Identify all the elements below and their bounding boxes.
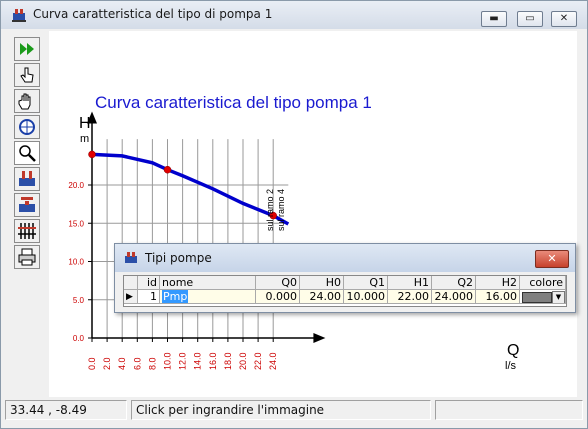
y-axis-unit: m [80,133,89,145]
dialog-title-bar[interactable]: Tipi pompe ✕ [115,244,575,272]
grid-tool[interactable] [14,219,40,243]
annotation-ramo-4: sul ramo 4 [276,189,286,231]
y-tick-label: 20.0 [68,181,84,190]
y-axis-label: H [79,115,91,132]
col-header-colore[interactable]: colore [520,276,566,290]
status-bar: 33.44 , -8.49 Click per ingrandire l'imm… [5,400,585,422]
cell-nome-text[interactable]: Pmp [162,290,189,303]
x-tick-label: 22.0 [253,352,263,370]
x-tick-label: 14.0 [193,352,203,370]
x-axis-arrow [313,333,326,343]
grid-corner [124,276,138,290]
x-tick-label: 12.0 [178,352,188,370]
curve-point [163,165,172,174]
status-panel-empty [435,400,583,420]
cell-nome[interactable]: Pmp [160,290,256,304]
grab-tool[interactable] [14,89,40,113]
minimize-icon: ▬ [489,13,499,24]
cell-q0[interactable]: 0.000 [256,290,300,304]
cell-q1[interactable]: 10.000 [344,290,388,304]
left-toolbar [12,35,42,397]
y-tick-label: 0.0 [73,334,85,343]
x-tick-label: 4.0 [117,357,127,370]
dialog-app-icon [125,252,137,263]
add-pump-tool[interactable] [14,167,40,191]
close-button[interactable]: ✕ [551,11,577,27]
x-axis-unit: l/s [505,360,517,372]
col-header-h1[interactable]: H1 [388,276,432,290]
cell-h0[interactable]: 24.00 [300,290,344,304]
print-tool[interactable] [14,245,40,269]
dialog-close-button[interactable]: ✕ [535,250,569,268]
col-header-q0[interactable]: Q0 [256,276,300,290]
chart-title: Curva caratteristica del tipo pompa 1 [95,93,372,112]
x-tick-label: 2.0 [102,357,112,370]
magnifier-icon [19,145,36,162]
run-tool[interactable] [14,37,40,61]
cell-h2[interactable]: 16.00 [476,290,520,304]
app-icon [12,9,26,22]
fast-forward-icon [20,43,34,55]
title-bar[interactable]: Curva caratteristica del tipo di pompa 1… [1,1,587,29]
y-tick-label: 15.0 [68,219,84,228]
target-icon [19,119,35,135]
x-tick-label: 16.0 [208,352,218,370]
col-header-h2[interactable]: H2 [476,276,520,290]
remove-pump-icon [19,197,35,212]
color-dropdown-button[interactable]: ▼ [552,291,565,303]
row-indicator: ▶ [124,290,138,304]
pump-curve-line [91,152,290,226]
status-coordinates: 33.44 , -8.49 [5,400,127,420]
color-swatch [522,292,552,303]
y-tick-label: 10.0 [68,258,84,267]
col-header-nome[interactable]: nome [160,276,256,290]
maximize-button[interactable]: ▭ [517,11,543,27]
hand-pointer-icon [20,67,34,83]
cell-h1[interactable]: 22.00 [388,290,432,304]
pump-curve-chart: 0.0 2.0 4.0 6.0 8.0 10.0 12.0 14.0 16.0 18.0 20.0 2… [68,93,519,372]
x-tick-label: 10.0 [163,352,173,370]
col-header-q1[interactable]: Q1 [344,276,388,290]
cell-id[interactable]: 1 [138,290,160,304]
cell-colore[interactable]: ▼ [520,290,566,304]
x-tick-label: 18.0 [223,352,233,370]
col-header-q2[interactable]: Q2 [432,276,476,290]
y-tick-label: 5.0 [73,296,85,305]
dialog-title: Tipi pompe [145,251,212,265]
add-pump-icon [19,171,35,186]
chevron-down-icon: ▼ [555,293,562,301]
x-tick-label: 8.0 [147,357,157,370]
cell-q2[interactable]: 24.000 [432,290,476,304]
x-tick-label: 24.0 [268,352,278,370]
col-header-id[interactable]: id [138,276,160,290]
main-window: Curva caratteristica del tipo di pompa 1… [0,0,588,429]
minimize-button[interactable]: ▬ [481,11,507,27]
x-tick-label: 20.0 [238,352,248,370]
pan-tool[interactable] [14,63,40,87]
annotation-ramo-2: sul ramo 2 [265,189,275,231]
pump-types-grid: id nome Q0 H0 Q1 H1 Q2 H2 colore ▶ 1 Pmp… [123,275,567,307]
x-tick-label: 0.0 [87,357,97,370]
col-header-h0[interactable]: H0 [300,276,344,290]
x-axis-label: Q [507,342,519,359]
curve-point [88,150,96,159]
maximize-icon: ▭ [525,13,535,24]
printer-icon [18,248,36,266]
zoom-tool[interactable] [14,141,40,165]
tipi-pompe-dialog: Tipi pompe ✕ id nome Q0 H0 Q1 H1 Q2 H2 c… [114,243,576,313]
grid-icon [18,223,36,239]
chart-canvas[interactable]: 0.0 2.0 4.0 6.0 8.0 10.0 12.0 14.0 16.0 18.0 20.0 2… [49,31,577,397]
remove-pump-tool[interactable] [14,193,40,217]
window-title: Curva caratteristica del tipo di pompa 1 [33,7,273,21]
target-tool[interactable] [14,115,40,139]
status-message: Click per ingrandire l'immagine [131,400,431,420]
x-tick-label: 6.0 [132,357,142,370]
hand-icon [18,93,31,110]
close-icon: ✕ [559,13,569,24]
